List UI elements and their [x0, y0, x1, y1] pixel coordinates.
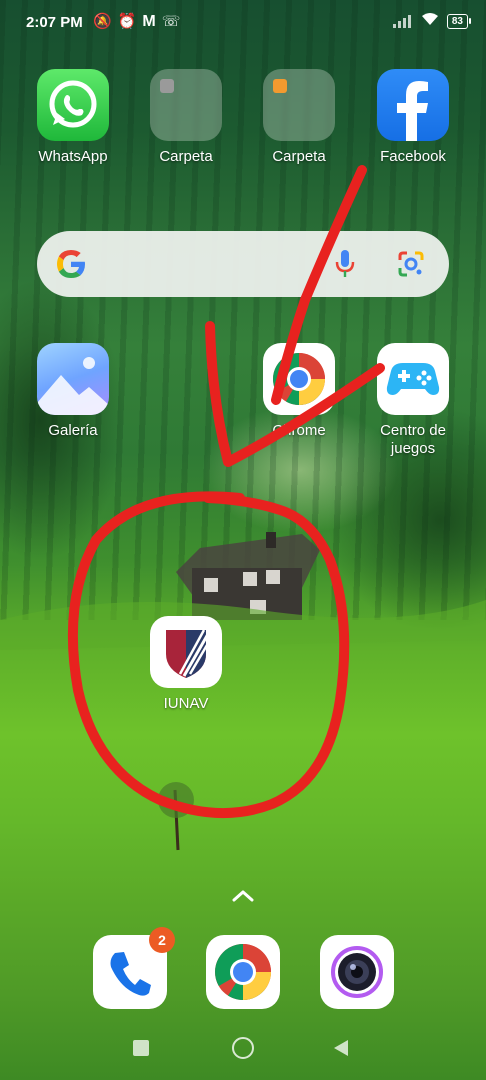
app-label: IUNAV — [163, 695, 209, 712]
facebook-icon — [377, 69, 449, 141]
call-icon: ☏ — [161, 13, 187, 30]
folder-label: Carpeta — [272, 148, 326, 165]
whatsapp-icon — [37, 69, 109, 141]
app-label: Galería — [48, 422, 98, 439]
status-time: 2:07 PM — [26, 14, 83, 31]
folder-carpeta-2[interactable]: Carpeta — [244, 69, 354, 166]
camera-icon — [331, 946, 383, 998]
dock-camera[interactable] — [320, 935, 394, 1009]
wifi-icon — [421, 12, 439, 30]
app-chrome[interactable]: Chrome — [244, 343, 354, 440]
notification-icons: 🔕⏰M☏ — [93, 12, 186, 31]
google-search-widget[interactable] — [37, 231, 449, 297]
gmail-icon: M — [142, 13, 162, 30]
home-button[interactable] — [232, 1037, 254, 1059]
folder-icon — [263, 69, 335, 141]
app-centro-de-juegos[interactable]: Centro de juegos — [358, 343, 468, 458]
gallery-icon — [37, 343, 109, 415]
app-label: WhatsApp — [38, 148, 108, 165]
status-bar: 2:07 PM 🔕⏰M☏ 83 — [0, 0, 486, 44]
chrome-icon — [215, 944, 271, 1000]
dock-phone[interactable]: 2 — [93, 927, 175, 1009]
app-whatsapp[interactable]: WhatsApp — [18, 69, 128, 166]
app-facebook[interactable]: Facebook — [358, 69, 468, 166]
back-button[interactable] — [334, 1040, 348, 1056]
game-controller-icon — [377, 343, 449, 415]
mute-alarm-icon: 🔕 — [93, 13, 118, 30]
iunav-shield-icon — [150, 616, 222, 688]
navigation-bar — [0, 1028, 486, 1068]
mini-app-icon — [160, 79, 174, 93]
google-lens-icon[interactable] — [397, 250, 425, 278]
app-galeria[interactable]: Galería — [18, 343, 128, 440]
folder-icon — [150, 69, 222, 141]
dock-chrome[interactable] — [206, 935, 280, 1009]
alarm-icon: ⏰ — [117, 13, 143, 30]
folder-carpeta-1[interactable]: Carpeta — [131, 69, 241, 166]
app-label: Centro de juegos — [380, 422, 446, 457]
app-iunav[interactable]: IUNAV — [131, 616, 241, 713]
notification-badge: 2 — [149, 927, 175, 953]
signal-icon — [392, 14, 413, 28]
chrome-icon — [263, 343, 335, 415]
app-label: Facebook — [380, 148, 446, 165]
app-drawer-chevron-icon[interactable] — [230, 886, 256, 906]
microphone-icon[interactable] — [335, 249, 355, 279]
recents-button[interactable] — [133, 1040, 149, 1056]
battery-icon: 83 — [446, 13, 472, 29]
folder-label: Carpeta — [159, 148, 213, 165]
system-icons: 83 — [392, 12, 472, 30]
mini-app-icon — [273, 79, 287, 93]
google-g-icon — [57, 250, 85, 278]
app-label: Chrome — [272, 422, 326, 439]
